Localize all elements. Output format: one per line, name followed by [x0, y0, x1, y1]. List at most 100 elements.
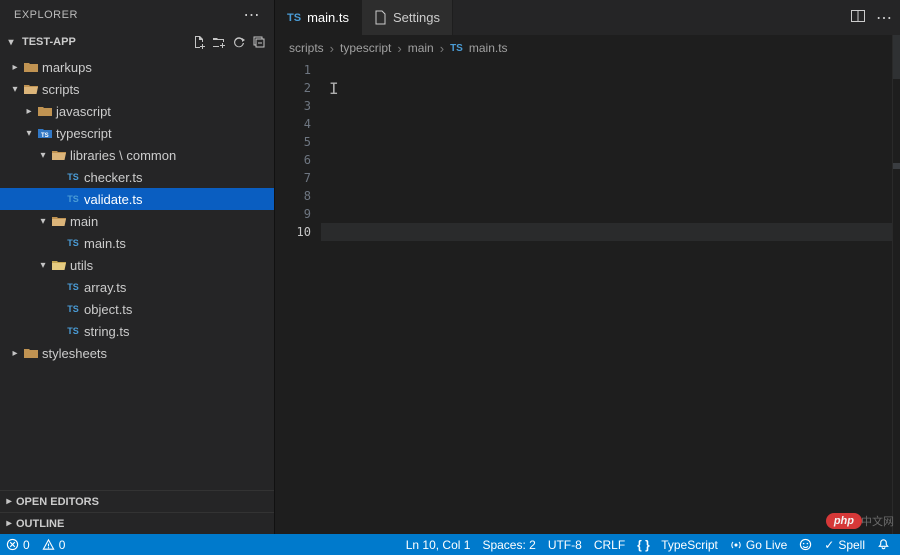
- folder-javascript[interactable]: ▸ javascript: [0, 100, 274, 122]
- file-array.ts[interactable]: TSarray.ts: [0, 276, 274, 298]
- broadcast-icon: [730, 539, 742, 551]
- project-header[interactable]: ▾ TEST-APP: [0, 30, 274, 54]
- warning-icon: [42, 538, 55, 551]
- tree-item-label: typescript: [54, 126, 112, 141]
- tree-item-label: markups: [40, 60, 92, 75]
- chevron-right-icon: ›: [397, 41, 401, 56]
- text-cursor-icon: I: [329, 80, 339, 98]
- folder-icon: [50, 215, 68, 227]
- folder-stylesheets[interactable]: ▸stylesheets: [0, 342, 274, 364]
- error-icon: [6, 538, 19, 551]
- tree-item-label: main.ts: [82, 236, 126, 251]
- chevron-down-icon: ▾: [8, 84, 22, 95]
- tree-item-label: main: [68, 214, 98, 229]
- active-line-highlight: [321, 223, 900, 241]
- file-main.ts[interactable]: TSmain.ts: [0, 232, 274, 254]
- status-spell[interactable]: ✓ Spell: [824, 538, 865, 552]
- folder-icon: [22, 347, 40, 359]
- folder-icon: [36, 105, 54, 117]
- chevron-down-icon: ▾: [36, 150, 50, 161]
- outline-label: OUTLINE: [16, 518, 64, 530]
- explorer-header: EXPLORER ⋯: [0, 0, 274, 30]
- line-number: 4: [275, 115, 311, 133]
- breadcrumb-item[interactable]: typescript: [340, 41, 391, 55]
- status-eol[interactable]: CRLF: [594, 538, 625, 552]
- watermark-badge: php: [826, 513, 862, 529]
- tab-settings[interactable]: Settings: [362, 0, 453, 35]
- ts-file-icon: TS: [450, 43, 463, 54]
- ts-file-icon: TS: [64, 238, 82, 248]
- chevron-down-icon: ▾: [4, 37, 18, 48]
- open-editors-section[interactable]: ▸ OPEN EDITORS: [0, 490, 274, 512]
- line-number: 10: [275, 223, 311, 241]
- status-errors[interactable]: 0: [6, 538, 30, 552]
- folder-typescript[interactable]: ▾TStypescript: [0, 122, 274, 144]
- chevron-down-icon: ▾: [22, 128, 36, 139]
- folder-scripts[interactable]: ▾ scripts: [0, 78, 274, 100]
- more-actions-icon[interactable]: ⋯: [238, 5, 267, 25]
- outline-section[interactable]: ▸ OUTLINE: [0, 512, 274, 534]
- breadcrumb-item[interactable]: scripts: [289, 41, 324, 55]
- status-position[interactable]: Ln 10, Col 1: [406, 538, 471, 552]
- ts-file-icon: TS: [64, 194, 82, 204]
- tree-item-label: libraries \ common: [68, 148, 176, 163]
- tree-item-label: utils: [68, 258, 93, 273]
- explorer-sidebar: EXPLORER ⋯ ▾ TEST-APP ▸markups▾scripts▸j…: [0, 0, 275, 534]
- tree-item-label: object.ts: [82, 302, 132, 317]
- line-number: 3: [275, 97, 311, 115]
- tree-item-label: validate.ts: [82, 192, 143, 207]
- line-number: 5: [275, 133, 311, 151]
- file-validate.ts[interactable]: TSvalidate.ts: [0, 188, 274, 210]
- collapse-all-icon[interactable]: [252, 35, 266, 49]
- breadcrumb-item[interactable]: main: [408, 41, 434, 55]
- code-body[interactable]: I: [321, 61, 900, 534]
- chevron-right-icon: ▸: [22, 106, 36, 117]
- folder-librariescommon[interactable]: ▾ libraries \ common: [0, 144, 274, 166]
- folder-markups[interactable]: ▸markups: [0, 56, 274, 78]
- tabs-bar: TSmain.tsSettings ⋯: [275, 0, 900, 35]
- folder-icon: TS: [36, 127, 54, 139]
- minimap-active-line: [893, 163, 900, 169]
- status-bell[interactable]: [877, 538, 890, 551]
- status-warnings[interactable]: 0: [42, 538, 66, 552]
- split-editor-icon[interactable]: [850, 8, 866, 28]
- tree-item-label: array.ts: [82, 280, 126, 295]
- chevron-right-icon: ▸: [8, 348, 22, 359]
- status-spaces[interactable]: Spaces: 2: [482, 538, 535, 552]
- tree-item-label: javascript: [54, 104, 111, 119]
- status-golive[interactable]: Go Live: [730, 538, 787, 552]
- status-encoding[interactable]: UTF-8: [548, 538, 582, 552]
- folder-main[interactable]: ▾main: [0, 210, 274, 232]
- breadcrumb-item[interactable]: main.ts: [469, 41, 508, 55]
- status-bar: 0 0 Ln 10, Col 1 Spaces: 2 UTF-8 CRLF { …: [0, 534, 900, 555]
- file-string.ts[interactable]: TSstring.ts: [0, 320, 274, 342]
- chevron-right-icon: ▸: [2, 496, 16, 507]
- chevron-right-icon: ›: [440, 41, 444, 56]
- breadcrumbs[interactable]: scripts › typescript › main › TS main.ts: [275, 35, 900, 61]
- file-tree: ▸markups▾scripts▸javascript▾TStypescript…: [0, 54, 274, 490]
- ts-file-icon: TS: [64, 326, 82, 336]
- file-checker.ts[interactable]: TSchecker.ts: [0, 166, 274, 188]
- document-icon: [374, 10, 387, 25]
- minimap-viewport[interactable]: [893, 35, 900, 79]
- editor-area: TSmain.tsSettings ⋯ scripts›typescript›m…: [275, 0, 900, 534]
- folder-icon: [50, 259, 68, 271]
- status-feedback[interactable]: [799, 538, 812, 551]
- file-object.ts[interactable]: TSobject.ts: [0, 298, 274, 320]
- refresh-icon[interactable]: [232, 35, 246, 49]
- more-editor-actions-icon[interactable]: ⋯: [876, 8, 892, 28]
- tree-item-label: checker.ts: [82, 170, 143, 185]
- folder-icon: [22, 83, 40, 95]
- feedback-icon: [799, 538, 812, 551]
- tab-maints[interactable]: TSmain.ts: [275, 0, 362, 35]
- chevron-right-icon: ›: [330, 41, 334, 56]
- line-number: 2: [275, 79, 311, 97]
- minimap[interactable]: [892, 35, 900, 534]
- status-language[interactable]: { } TypeScript: [637, 538, 718, 552]
- new-folder-icon[interactable]: [212, 35, 226, 49]
- bell-icon: [877, 538, 890, 551]
- folder-utils[interactable]: ▾utils: [0, 254, 274, 276]
- tree-item-label: scripts: [40, 82, 80, 97]
- watermark-text: 中文网: [861, 513, 894, 529]
- new-file-icon[interactable]: [192, 35, 206, 49]
